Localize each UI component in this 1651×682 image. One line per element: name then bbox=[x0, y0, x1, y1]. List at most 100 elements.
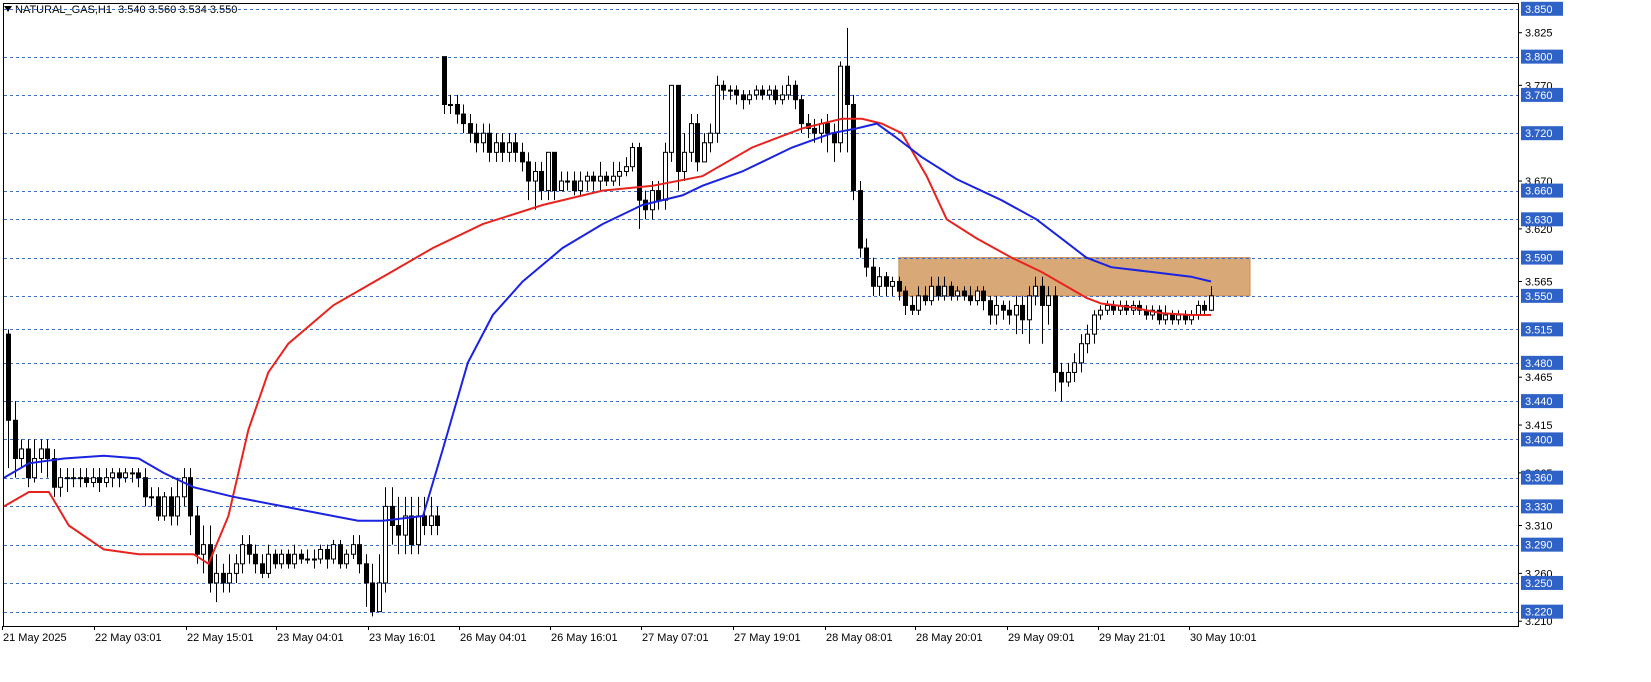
candle bbox=[58, 468, 63, 497]
candle-body bbox=[1105, 304, 1110, 311]
candle bbox=[481, 123, 486, 153]
candle-body bbox=[910, 304, 915, 311]
candle bbox=[370, 563, 375, 617]
candle-body bbox=[494, 142, 499, 153]
candle bbox=[591, 171, 596, 191]
candle bbox=[526, 152, 531, 201]
price-chart[interactable]: 3.8253.7703.6703.6203.5653.4653.4153.365… bbox=[0, 0, 1651, 682]
candle bbox=[1196, 300, 1201, 320]
candle-body bbox=[799, 99, 804, 125]
candle bbox=[682, 133, 687, 182]
candle-body bbox=[754, 89, 759, 96]
candle bbox=[585, 171, 590, 191]
candle bbox=[513, 133, 518, 162]
candle bbox=[221, 563, 226, 593]
candle-body bbox=[955, 290, 960, 297]
time-tick-label: 21 May 2025 bbox=[3, 632, 67, 644]
candle-body bbox=[338, 544, 343, 565]
time-tick-label: 29 May 09:01 bbox=[1008, 632, 1075, 644]
candle bbox=[786, 75, 791, 100]
candle bbox=[1163, 305, 1168, 325]
candle-body bbox=[526, 161, 531, 182]
candle bbox=[676, 84, 681, 191]
candle-body bbox=[500, 142, 505, 153]
candle bbox=[741, 90, 746, 110]
candle bbox=[1053, 286, 1058, 392]
candle bbox=[1157, 305, 1162, 325]
candle bbox=[630, 142, 635, 172]
candle-body bbox=[1202, 304, 1207, 311]
candle-body bbox=[689, 123, 694, 153]
candle-body bbox=[585, 175, 590, 182]
chart-frame bbox=[3, 3, 1519, 627]
candle bbox=[110, 468, 115, 488]
candle-body bbox=[169, 496, 174, 517]
candle bbox=[1014, 295, 1019, 335]
grid-layer bbox=[4, 9, 1518, 613]
candle-body bbox=[760, 89, 765, 96]
candle bbox=[520, 142, 525, 172]
candle-body bbox=[214, 572, 219, 584]
candle-body bbox=[851, 103, 856, 192]
candle bbox=[136, 468, 141, 488]
candle-body bbox=[936, 285, 941, 297]
candle bbox=[1066, 362, 1071, 387]
candle-body bbox=[461, 113, 466, 125]
candle bbox=[71, 468, 76, 488]
candle-body bbox=[19, 448, 24, 460]
candle-body bbox=[598, 175, 603, 182]
candle bbox=[1176, 310, 1181, 325]
candle-body bbox=[676, 84, 681, 172]
price-level-label: 3.515 bbox=[1525, 324, 1553, 336]
candle-body bbox=[260, 563, 265, 574]
time-tick-label: 27 May 07:01 bbox=[642, 632, 709, 644]
candle bbox=[500, 133, 505, 162]
candle-body bbox=[604, 175, 609, 182]
price-level-label: 3.760 bbox=[1525, 90, 1553, 102]
candle bbox=[299, 549, 304, 564]
candle-body bbox=[884, 276, 889, 287]
price-level-label: 3.660 bbox=[1525, 186, 1553, 198]
candle bbox=[721, 80, 726, 100]
price-level-label: 3.250 bbox=[1525, 578, 1553, 590]
candle-body bbox=[1209, 295, 1214, 311]
candle-body bbox=[845, 65, 850, 105]
candle-body bbox=[149, 496, 154, 499]
candle-body bbox=[507, 142, 512, 153]
candle-body bbox=[1085, 333, 1090, 345]
candle bbox=[877, 267, 882, 296]
candle-body bbox=[520, 151, 525, 163]
price-level-label: 3.360 bbox=[1525, 473, 1553, 485]
candle bbox=[318, 544, 323, 564]
candle-body bbox=[175, 496, 180, 517]
time-tick-label: 27 May 19:01 bbox=[734, 632, 801, 644]
candle-body bbox=[617, 170, 622, 177]
candle-body bbox=[409, 515, 414, 546]
candle bbox=[97, 468, 102, 493]
candle bbox=[429, 496, 434, 536]
candle-body bbox=[871, 266, 876, 287]
candle-body bbox=[195, 515, 200, 555]
candle-body bbox=[1014, 304, 1019, 316]
candle bbox=[1202, 300, 1207, 315]
candle-body bbox=[903, 290, 908, 306]
time-tick-label: 28 May 20:01 bbox=[916, 632, 983, 644]
candle bbox=[851, 94, 856, 201]
candle-body bbox=[793, 84, 798, 101]
candle-body bbox=[858, 190, 863, 249]
candle-body bbox=[916, 295, 921, 311]
candle bbox=[279, 549, 284, 569]
candle-body bbox=[650, 190, 655, 211]
candle-body bbox=[286, 553, 291, 565]
candle bbox=[604, 171, 609, 186]
candle-body bbox=[1196, 304, 1201, 316]
candle-body bbox=[104, 477, 109, 483]
candle bbox=[247, 535, 252, 564]
candle-body bbox=[370, 582, 375, 613]
candle bbox=[364, 554, 369, 607]
candle-body bbox=[143, 477, 148, 498]
candle-body bbox=[468, 123, 473, 134]
candle bbox=[273, 549, 278, 569]
price-tick-label: 3.565 bbox=[1525, 277, 1553, 289]
candle bbox=[494, 133, 499, 162]
